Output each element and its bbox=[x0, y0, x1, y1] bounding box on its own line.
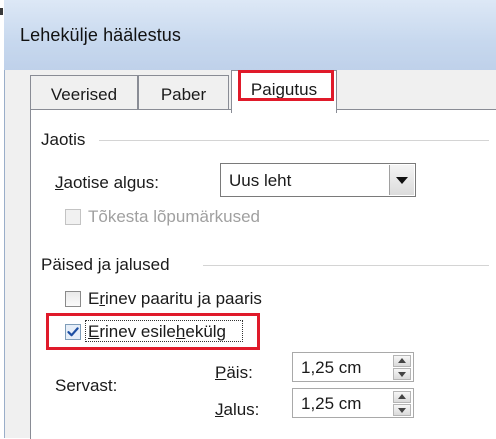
footer-spin-up-button[interactable] bbox=[393, 391, 411, 403]
footer-label-rest: alus: bbox=[223, 400, 260, 419]
tab-veerised-label: Veerised bbox=[50, 85, 118, 104]
chevron-down-icon bbox=[396, 177, 408, 184]
header-distance-label: Päis: bbox=[215, 363, 253, 383]
dialog-titlebar[interactable]: Lehekülje häälestus bbox=[4, 0, 496, 70]
footer-distance-label: Jalus: bbox=[215, 400, 259, 420]
focus-rectangle bbox=[85, 320, 243, 342]
dialog-title: Lehekülje häälestus bbox=[20, 25, 182, 45]
section-start-label-text: aotise algus: bbox=[63, 173, 159, 192]
section-start-label: Jaotise algus: bbox=[55, 173, 159, 193]
section-start-select[interactable]: Uus leht bbox=[220, 163, 416, 197]
footer-distance-spinner[interactable]: 1,25 cm bbox=[292, 388, 414, 418]
header-spin-down-button[interactable] bbox=[393, 368, 411, 380]
odd-even-checkbox[interactable] bbox=[65, 291, 81, 307]
footer-mnemonic: J bbox=[215, 400, 224, 419]
header-label-rest: äis: bbox=[226, 363, 253, 382]
header-distance-value: 1,25 cm bbox=[301, 358, 362, 377]
tab-veerised[interactable]: Veerised bbox=[30, 75, 138, 110]
tab-paber[interactable]: Paber bbox=[138, 75, 229, 110]
spin-up-icon bbox=[398, 358, 406, 363]
header-spin-up-button[interactable] bbox=[393, 355, 411, 367]
from-edge-label: Servast: bbox=[55, 376, 118, 395]
odd-even-label-post: inev paaritu ja paaris bbox=[105, 289, 262, 308]
header-mnemonic: P bbox=[215, 363, 227, 382]
tab-paber-label: Paber bbox=[160, 85, 207, 104]
suppress-endnotes-checkbox[interactable] bbox=[65, 209, 81, 225]
odd-even-label-pre: E bbox=[88, 289, 100, 308]
footer-spin-down-button[interactable] bbox=[393, 404, 411, 416]
spin-down-icon bbox=[398, 372, 406, 377]
odd-even-label: Erinev paaritu ja paaris bbox=[88, 289, 262, 309]
section-start-dropdown-button[interactable] bbox=[389, 165, 414, 195]
spin-up-icon bbox=[398, 394, 406, 399]
section-separator bbox=[99, 140, 489, 141]
headers-footers-separator bbox=[203, 265, 489, 266]
window-corner-mark bbox=[0, 8, 3, 15]
suppress-endnotes-label: Tõkesta lõpumärkused bbox=[88, 207, 260, 226]
spin-down-icon bbox=[398, 408, 406, 413]
header-distance-spinner[interactable]: 1,25 cm bbox=[292, 352, 414, 382]
section-start-mnemonic: J bbox=[55, 173, 64, 192]
tab-highlight-box bbox=[238, 70, 334, 101]
layout-tab-panel: Jaotis Jaotise algus: Tõkesta lõpumärkus… bbox=[30, 109, 496, 439]
headers-footers-group-title: Päised ja jalused bbox=[41, 255, 170, 274]
section-group-title: Jaotis bbox=[41, 130, 86, 149]
section-start-value: Uus leht bbox=[229, 171, 292, 190]
footer-distance-value: 1,25 cm bbox=[301, 394, 362, 413]
